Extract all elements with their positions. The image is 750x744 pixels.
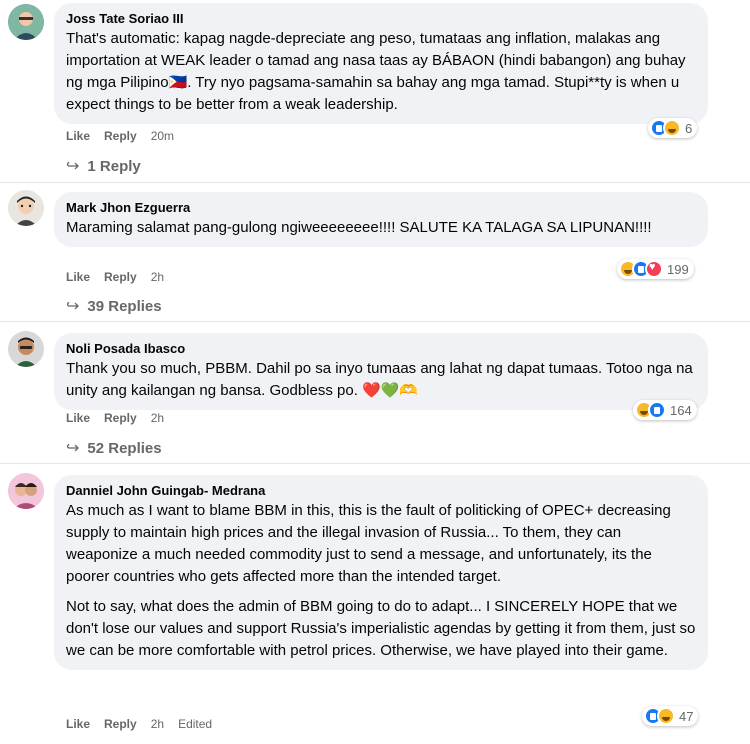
comment-actions: Like Reply 2h [66, 411, 178, 425]
replies-label: 1 Reply [87, 157, 141, 175]
view-replies-button[interactable]: ↪ 39 Replies [66, 296, 162, 316]
reaction-count: 6 [685, 120, 693, 136]
comment-author[interactable]: Noli Posada Ibasco [66, 340, 696, 358]
replies-label: 39 Replies [87, 297, 162, 315]
comment-actions: Like Reply 2h Edited [66, 717, 226, 731]
divider [0, 182, 750, 183]
reply-button[interactable]: Reply [104, 717, 137, 731]
comment-time[interactable]: 2h [151, 411, 164, 425]
reply-button[interactable]: Reply [104, 411, 137, 425]
reaction-summary[interactable]: 6 [648, 118, 698, 138]
haha-icon [663, 119, 681, 137]
comment-bubble: Joss Tate Soriao III That's automatic: k… [54, 3, 708, 124]
comment-time[interactable]: 2h [151, 717, 164, 731]
reply-button[interactable]: Reply [104, 129, 137, 143]
comment-bubble: Danniel John Guingab- Medrana As much as… [54, 475, 708, 670]
comment-text: Not to say, what does the admin of BBM g… [66, 598, 696, 659]
comment-text: Maraming salamat pang-gulong ngiweeeeeee… [66, 219, 652, 236]
reply-arrow-icon: ↪ [66, 440, 80, 457]
divider [0, 463, 750, 464]
avatar[interactable] [8, 331, 44, 367]
comment-author[interactable]: Danniel John Guingab- Medrana [66, 482, 696, 500]
divider [0, 321, 750, 322]
like-button[interactable]: Like [66, 411, 90, 425]
comment-time[interactable]: 20m [151, 129, 174, 143]
view-replies-button[interactable]: ↪ 1 Reply [66, 156, 141, 176]
love-icon [645, 260, 663, 278]
view-replies-button[interactable]: ↪ 52 Replies [66, 438, 162, 458]
reaction-summary[interactable]: 47 [642, 706, 699, 726]
comment-actions: Like Reply 2h [66, 270, 178, 284]
haha-icon [657, 707, 675, 725]
comment-text: As much as I want to blame BBM in this, … [66, 502, 671, 585]
avatar[interactable] [8, 4, 44, 40]
reply-arrow-icon: ↪ [66, 298, 80, 315]
like-button[interactable]: Like [66, 717, 90, 731]
comment-bubble: Noli Posada Ibasco Thank you so much, PB… [54, 333, 708, 410]
reaction-count: 164 [670, 402, 692, 418]
comment-time[interactable]: 2h [151, 270, 164, 284]
like-button[interactable]: Like [66, 129, 90, 143]
avatar[interactable] [8, 190, 44, 226]
reply-arrow-icon: ↪ [66, 158, 80, 175]
comment-author[interactable]: Mark Jhon Ezguerra [66, 199, 696, 217]
comment-text: That's automatic: kapag nagde-depreciate… [66, 30, 686, 113]
reaction-count: 199 [667, 261, 689, 277]
replies-label: 52 Replies [87, 439, 162, 457]
comment-author[interactable]: Joss Tate Soriao III [66, 10, 696, 28]
reaction-summary[interactable]: 164 [633, 400, 697, 420]
reaction-summary[interactable]: 199 [617, 259, 694, 279]
avatar[interactable] [8, 473, 44, 509]
reply-button[interactable]: Reply [104, 270, 137, 284]
like-button[interactable]: Like [66, 270, 90, 284]
comment-text: Thank you so much, PBBM. Dahil po sa iny… [66, 360, 693, 399]
reaction-count: 47 [679, 708, 694, 724]
like-icon [648, 401, 666, 419]
comment-actions: Like Reply 20m [66, 129, 188, 143]
comment-bubble: Mark Jhon Ezguerra Maraming salamat pang… [54, 192, 708, 247]
edited-label: Edited [178, 717, 213, 731]
